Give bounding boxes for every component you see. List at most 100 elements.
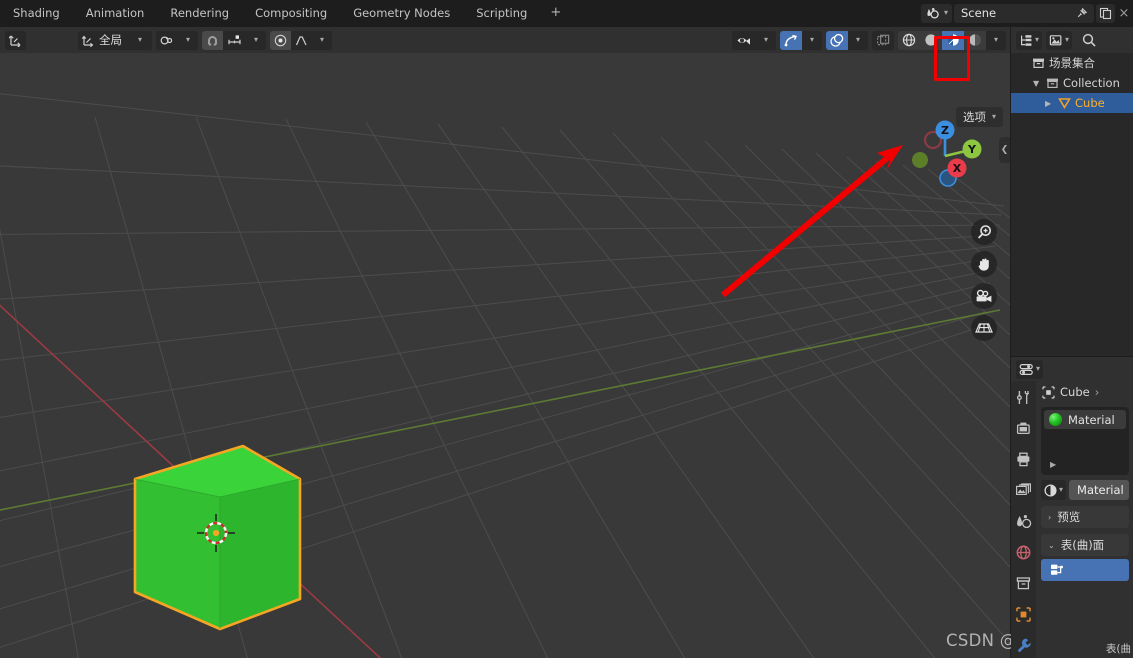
pivot-point-dropdown[interactable]: ▾ — [178, 30, 198, 50]
outliner-editor[interactable]: ▾ ▾ 场景集合 ▼ Collection ▶ Cube — [1011, 27, 1133, 356]
scene-browse-button[interactable]: ▾ — [920, 3, 952, 23]
add-workspace-label: + — [550, 5, 562, 20]
tab-tool[interactable] — [1014, 387, 1034, 407]
gizmo-group[interactable]: ▾ — [780, 30, 822, 50]
material-preview-sphere-icon — [1049, 413, 1062, 426]
tab-output[interactable] — [1014, 449, 1034, 469]
transform-orientation-dropdown[interactable]: ▾ — [128, 30, 152, 50]
panel-header-preview[interactable]: › 预览 — [1041, 506, 1129, 528]
snapping-group[interactable]: ▾ — [202, 30, 266, 50]
editor-mode-button[interactable] — [5, 30, 26, 50]
outliner-row-scene-collection[interactable]: 场景集合 — [1011, 53, 1133, 73]
camera-view-button[interactable] — [971, 283, 997, 309]
properties-tab-column — [1011, 381, 1036, 658]
transform-orientation-button[interactable]: 全局 — [78, 30, 128, 50]
outliner-search-button[interactable] — [1082, 33, 1096, 47]
material-slot-row[interactable]: Material — [1044, 410, 1126, 429]
material-slot-expand-icon[interactable]: ▶ — [1050, 460, 1056, 469]
search-icon — [1082, 33, 1096, 47]
camera-view-icon — [975, 289, 993, 304]
tab-world[interactable] — [1014, 542, 1034, 562]
tab-render[interactable] — [1014, 418, 1034, 438]
outliner-display-mode-button[interactable]: ▾ — [1016, 30, 1043, 50]
proportional-falloff-button[interactable] — [291, 30, 312, 50]
zoom-view-icon — [976, 224, 993, 241]
proportional-edit-button[interactable] — [270, 30, 291, 50]
outliner-filter-button[interactable]: ▾ — [1046, 30, 1073, 50]
editor-type-icon[interactable] — [5, 30, 26, 50]
shading-dropdown[interactable]: ▾ — [986, 30, 1006, 50]
tab-collection[interactable] — [1014, 573, 1034, 593]
material-browse-button[interactable]: ▾ — [1041, 480, 1067, 500]
toggle-orthographic-button[interactable] — [971, 315, 997, 341]
zoom-view-button[interactable] — [971, 219, 997, 245]
workspace-tab-geometry-nodes[interactable]: Geometry Nodes — [340, 0, 463, 26]
tab-scene[interactable] — [1014, 511, 1034, 531]
show-gizmo-button[interactable] — [780, 30, 802, 50]
workspace-tab-scripting[interactable]: Scripting — [463, 0, 540, 26]
snap-target-button[interactable] — [223, 30, 246, 50]
breadcrumb-separator: › — [1094, 385, 1100, 399]
viewport-canvas[interactable] — [0, 27, 1010, 658]
workspace-tab-label: Geometry Nodes — [353, 6, 451, 20]
tab-modifiers[interactable] — [1014, 635, 1034, 655]
show-overlays-button[interactable] — [826, 30, 848, 50]
add-workspace-button[interactable]: + — [540, 0, 571, 26]
proportional-falloff-dropdown[interactable]: ▾ — [312, 30, 332, 50]
pin-icon[interactable] — [1075, 7, 1088, 20]
gizmo-dropdown[interactable]: ▾ — [802, 30, 822, 50]
transform-orientation-value: 全局 — [99, 33, 122, 47]
object-visibility-group[interactable]: ▾ — [732, 30, 776, 50]
material-slot-list[interactable]: Material ▶ — [1041, 407, 1129, 475]
toggle-xray-button[interactable] — [872, 30, 894, 50]
disclosure-triangle-icon[interactable]: ▼ — [1033, 79, 1042, 88]
surface-node-row[interactable] — [1041, 559, 1129, 581]
object-visibility-dropdown[interactable]: ▾ — [756, 30, 776, 50]
panel-header-surface[interactable]: ⌄ 表(曲)面 — [1041, 534, 1129, 556]
snapping-dropdown[interactable]: ▾ — [246, 30, 266, 50]
outliner-filter-icon — [1049, 34, 1063, 47]
outliner-row-collection[interactable]: ▼ Collection — [1011, 73, 1133, 93]
scene-name-field[interactable]: Scene — [954, 3, 1094, 23]
proportional-editing-group[interactable]: ▾ — [270, 30, 332, 50]
breadcrumb-object-name[interactable]: Cube — [1060, 385, 1090, 399]
pivot-point-group[interactable]: ▾ — [156, 30, 198, 50]
chevron-down-icon: ▾ — [137, 35, 142, 44]
properties-editor-type-button[interactable]: ▾ — [1016, 359, 1044, 379]
chevron-down-icon: ▾ — [1059, 485, 1064, 494]
snap-toggle-button[interactable] — [202, 30, 223, 50]
workspace-tab-compositing[interactable]: Compositing — [242, 0, 340, 26]
workspace-tab-rendering[interactable]: Rendering — [157, 0, 242, 26]
overlays-group[interactable]: ▾ — [826, 30, 868, 50]
new-scene-button[interactable] — [1096, 3, 1115, 23]
unlink-scene-button[interactable]: × — [1117, 4, 1131, 23]
scene-name-value: Scene — [961, 6, 997, 20]
3d-viewport[interactable]: 全局 ▾ ▾ ▾ ▾ ▾ ▾ ▾ ▾ 选项 ▾ Z Y X ❮ — [0, 27, 1010, 658]
material-name-field[interactable]: Material — [1069, 480, 1129, 500]
workspace-tab-shading[interactable]: Shading — [0, 0, 73, 26]
properties-main-area[interactable]: Cube › Material ▶ ▾ Material › 预览 ⌄ 表(曲)… — [1036, 381, 1133, 658]
overlays-dropdown[interactable]: ▾ — [848, 30, 868, 50]
disclosure-triangle-icon[interactable]: ▶ — [1045, 99, 1054, 108]
pivot-point-button[interactable] — [156, 30, 178, 50]
workspace-tab-animation[interactable]: Animation — [73, 0, 158, 26]
move-view-button[interactable] — [971, 251, 997, 277]
workspace-tab-label: Scripting — [476, 6, 528, 20]
outliner-header: ▾ ▾ — [1011, 27, 1133, 53]
mesh-data-icon — [1058, 97, 1071, 109]
tab-object[interactable] — [1014, 604, 1034, 624]
outliner-row-cube[interactable]: ▶ Cube — [1011, 93, 1133, 113]
toggle-orthographic-icon — [975, 321, 993, 335]
snap-increment-icon — [227, 34, 242, 47]
properties-editor[interactable]: ▾ Cube › Material ▶ ▾ Material › 预览 ⌄ 表(… — [1011, 357, 1133, 658]
tab-view-layer[interactable] — [1014, 480, 1034, 500]
viewport-sidebar-collapse-button[interactable]: ❮ — [999, 137, 1010, 163]
object-visibility-button[interactable] — [732, 30, 756, 50]
shading-wireframe-button[interactable] — [898, 30, 920, 50]
xray-group[interactable] — [872, 30, 894, 50]
workspace-tab-label: Animation — [85, 6, 145, 20]
workspace-tabs: Shading Animation Rendering Compositing … — [0, 0, 571, 26]
chevron-down-icon: ▾ — [1065, 35, 1070, 44]
shading-wireframe-icon — [902, 33, 916, 47]
transform-orientation-group[interactable]: 全局 ▾ — [78, 30, 152, 50]
